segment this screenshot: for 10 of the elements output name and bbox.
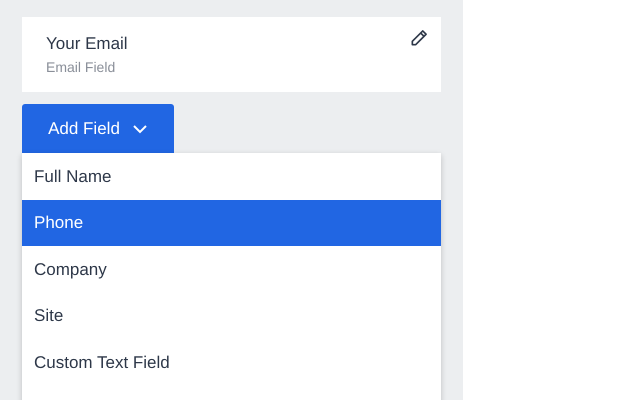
add-field-button[interactable]: Add Field — [22, 104, 174, 153]
menu-item[interactable]: Phone — [22, 200, 441, 246]
menu-item[interactable]: Full Name — [22, 153, 441, 200]
menu-item[interactable]: Custom Text Field — [22, 339, 441, 386]
field-type: Email Field — [46, 58, 116, 76]
pencil-icon[interactable] — [409, 28, 429, 48]
field-title: Your Email — [46, 34, 128, 54]
menu-item[interactable]: Company — [22, 246, 441, 292]
caret-icon — [132, 124, 148, 134]
menu-item[interactable]: Site — [22, 292, 441, 339]
